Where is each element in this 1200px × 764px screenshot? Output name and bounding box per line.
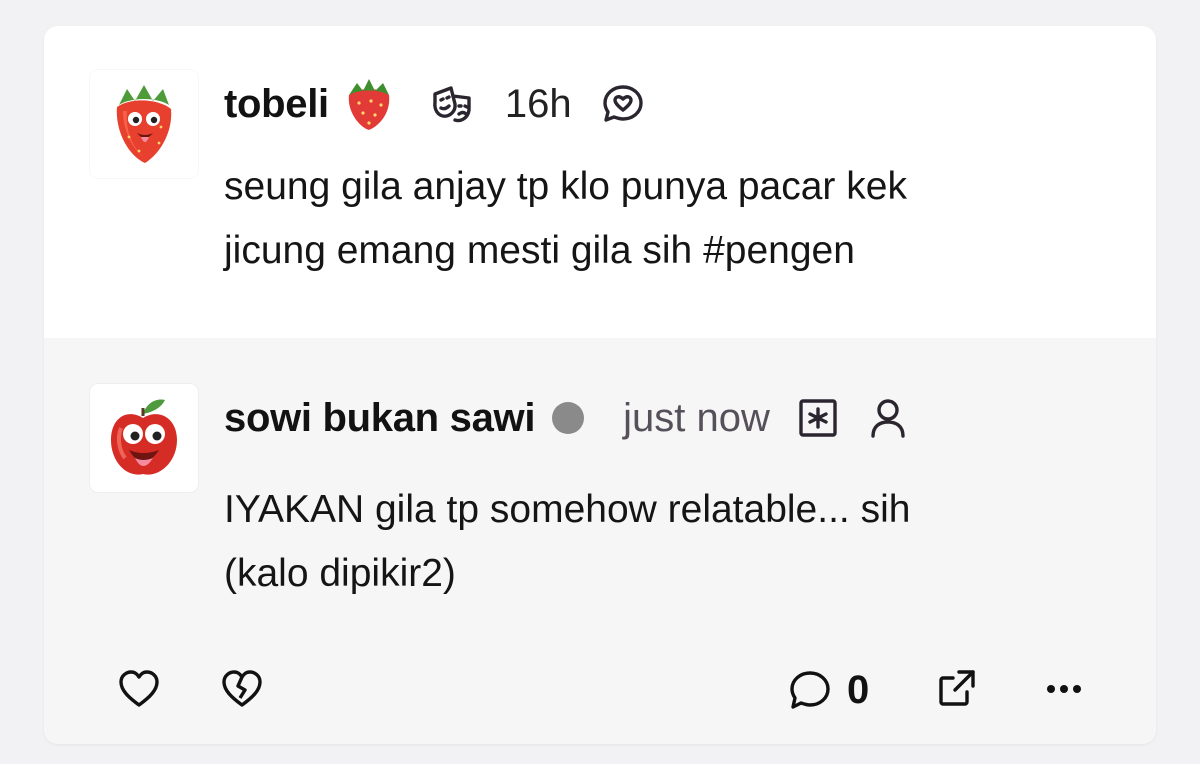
reply[interactable]: sowi bukan sawi just now IYAKAN gila tp … [44,338,1156,744]
person-icon[interactable] [870,398,906,438]
reply-avatar[interactable] [90,384,198,492]
post-timestamp: 16h [504,81,572,126]
reply-text-line-1: IYAKAN gila tp somehow relatable... sih [224,488,911,531]
post[interactable]: tobeli 16h seung gila anjay tp klo punya… [44,26,1156,338]
post-avatar[interactable] [90,70,198,178]
strawberry-avatar-icon [116,85,172,163]
post-text-line-2: jicung emang mesti gila sih #pengen [224,229,855,272]
thread-card: tobeli 16h seung gila anjay tp klo punya… [44,26,1156,744]
broken-heart-icon[interactable] [221,670,263,708]
heart-chat-bubble-icon[interactable] [602,84,644,124]
status-dot-icon [551,401,585,435]
reply-timestamp: just now [623,395,770,440]
post-meta: tobeli 16h [224,74,644,134]
comment-icon[interactable] [789,670,831,710]
reply-meta: sowi bukan sawi just now [224,388,906,448]
comment-count: 0 [847,668,870,712]
apple-avatar-icon [111,399,177,475]
theater-masks-icon[interactable] [431,84,475,124]
post-author-name[interactable]: tobeli [224,82,329,127]
heart-icon[interactable] [118,670,160,708]
reply-text-line-2: (kalo dipikir2) [224,552,456,595]
more-icon[interactable] [1046,684,1082,694]
share-icon[interactable] [937,668,977,708]
reply-author-name[interactable]: sowi bukan sawi [224,396,535,441]
strawberry-icon [343,77,395,131]
asterisk-box-icon[interactable] [798,398,838,438]
post-text-line-1: seung gila anjay tp klo punya pacar kek [224,165,907,208]
